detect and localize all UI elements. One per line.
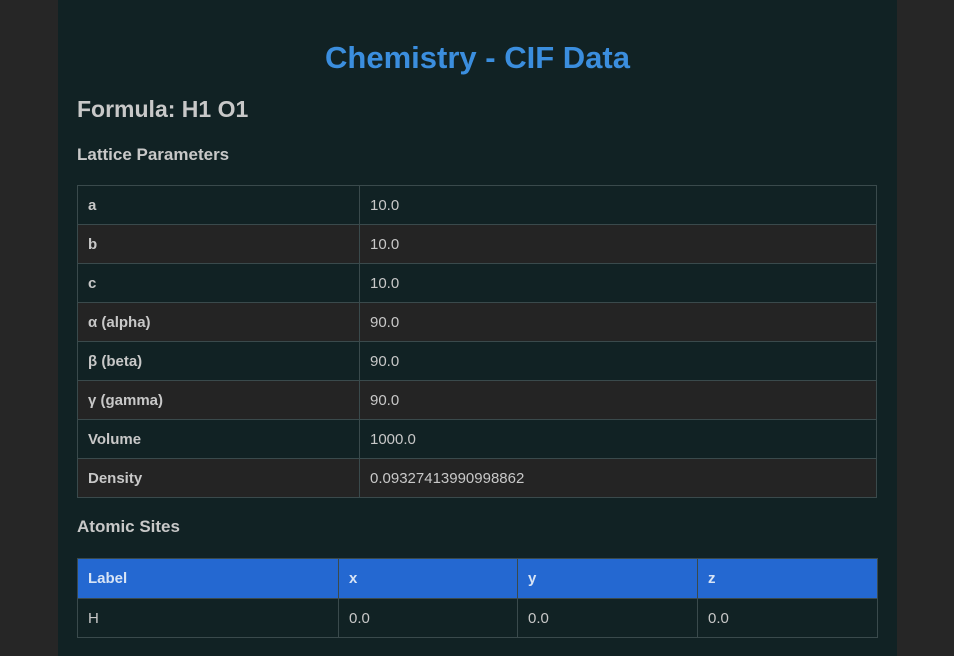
lattice-parameters-heading: Lattice Parameters bbox=[77, 145, 230, 164]
site-y: 0.0 bbox=[517, 598, 698, 638]
lattice-key: Density bbox=[77, 458, 360, 498]
site-label: H bbox=[77, 598, 339, 638]
lattice-value: 90.0 bbox=[359, 380, 877, 420]
lattice-key: γ (gamma) bbox=[77, 380, 360, 420]
atomic-sites-table: Label x y z H 0.0 0.0 0.0 bbox=[77, 558, 878, 638]
formula-heading: Formula: H1 O1 bbox=[77, 96, 249, 122]
lattice-key: β (beta) bbox=[77, 341, 360, 381]
table-row: β (beta) 90.0 bbox=[77, 341, 877, 381]
table-row: b 10.0 bbox=[77, 224, 877, 264]
table-header-row: Label x y z bbox=[77, 558, 878, 599]
table-row: Density 0.09327413990998862 bbox=[77, 458, 877, 498]
table-row: H 0.0 0.0 0.0 bbox=[77, 598, 878, 638]
table-row: α (alpha) 90.0 bbox=[77, 302, 877, 342]
table-row: a 10.0 bbox=[77, 185, 877, 225]
lattice-value: 90.0 bbox=[359, 302, 877, 342]
lattice-key: α (alpha) bbox=[77, 302, 360, 342]
lattice-key: Volume bbox=[77, 419, 360, 459]
lattice-key: a bbox=[77, 185, 360, 225]
lattice-key: b bbox=[77, 224, 360, 264]
column-header-y: y bbox=[517, 558, 698, 599]
column-header-label: Label bbox=[77, 558, 339, 599]
table-row: c 10.0 bbox=[77, 263, 877, 303]
lattice-value: 10.0 bbox=[359, 224, 877, 264]
lattice-value: 10.0 bbox=[359, 185, 877, 225]
content-panel: Chemistry - CIF Data Formula: H1 O1 Latt… bbox=[58, 0, 897, 656]
table-row: Volume 1000.0 bbox=[77, 419, 877, 459]
lattice-value: 10.0 bbox=[359, 263, 877, 303]
lattice-key: c bbox=[77, 263, 360, 303]
lattice-value: 1000.0 bbox=[359, 419, 877, 459]
column-header-z: z bbox=[697, 558, 878, 599]
lattice-parameters-table: a 10.0 b 10.0 c 10.0 α (alpha) 90.0 β (b… bbox=[77, 185, 877, 498]
table-row: γ (gamma) 90.0 bbox=[77, 380, 877, 420]
site-z: 0.0 bbox=[697, 598, 878, 638]
atomic-sites-heading: Atomic Sites bbox=[77, 517, 180, 536]
site-x: 0.0 bbox=[338, 598, 518, 638]
lattice-value: 0.09327413990998862 bbox=[359, 458, 877, 498]
lattice-value: 90.0 bbox=[359, 341, 877, 381]
page-title: Chemistry - CIF Data bbox=[325, 40, 630, 75]
column-header-x: x bbox=[338, 558, 518, 599]
